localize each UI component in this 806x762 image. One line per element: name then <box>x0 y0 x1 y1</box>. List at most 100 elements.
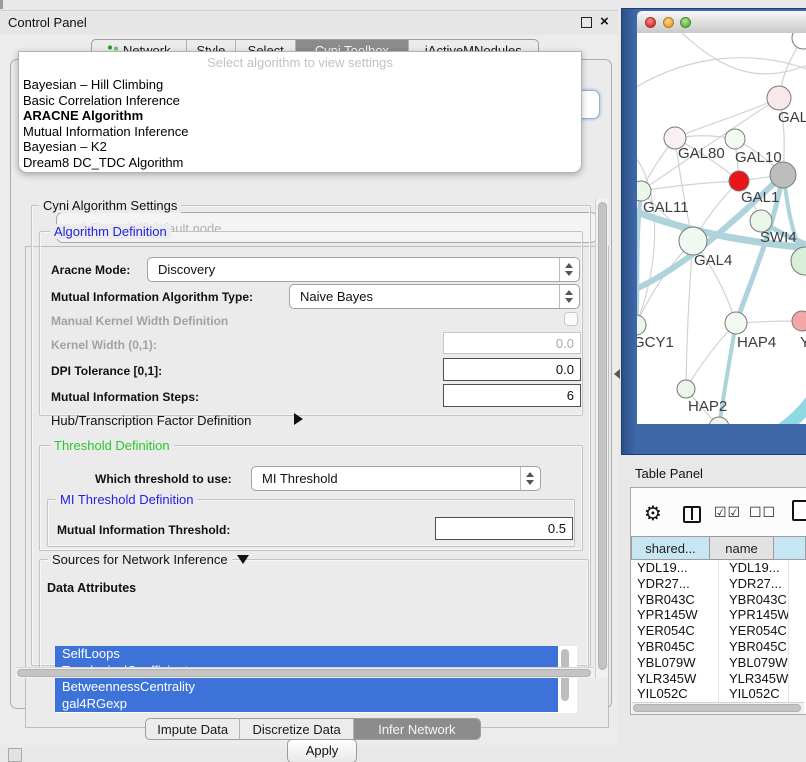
network-node[interactable] <box>770 162 796 188</box>
tab-discretize-data[interactable]: Discretize Data <box>240 719 353 739</box>
group-title: Threshold Definition <box>50 438 174 453</box>
mi-steps-field[interactable]: 6 <box>443 384 581 407</box>
vertical-scrollbar[interactable] <box>595 199 608 678</box>
network-node-y[interactable] <box>792 311 806 331</box>
network-node-gcy1[interactable] <box>637 315 646 335</box>
table-row[interactable]: YLR345WYLR345W9. <box>632 671 806 687</box>
table-cell: YDR27... <box>718 576 788 592</box>
table-row[interactable]: YBL079WYBL079W <box>632 655 806 671</box>
node-label: GAL4 <box>694 252 732 269</box>
scrollbar-thumb[interactable] <box>633 704 801 712</box>
network-window-titlebar[interactable] <box>637 11 806 34</box>
data-attributes-label: Data Attributes <box>47 581 136 595</box>
network-node-hap4[interactable] <box>725 312 747 334</box>
table-row[interactable]: YDR27...YDR27...12 <box>632 576 806 592</box>
close-icon[interactable]: × <box>600 11 609 33</box>
algorithm-option[interactable]: Mutual Information Inference <box>23 124 188 140</box>
algorithm-option[interactable]: Basic Correlation Inference <box>23 93 180 109</box>
table-cell: YBR043C <box>718 592 788 608</box>
group-title: Cyni Algorithm Settings <box>39 198 181 213</box>
table-cell: YLR345W <box>632 671 718 687</box>
scrollbar-thumb[interactable] <box>17 669 591 677</box>
algorithm-option[interactable]: ARACNE Algorithm <box>23 108 143 124</box>
network-node[interactable] <box>792 33 806 49</box>
table-horizontal-scrollbar[interactable] <box>632 702 804 714</box>
manual-kernel-checkbox[interactable] <box>564 312 578 326</box>
table-cell: YDR27... <box>632 576 718 592</box>
network-node[interactable] <box>791 247 806 275</box>
mi-type-label: Mutual Information Algorithm Type: <box>51 290 253 304</box>
node-label: HAP2 <box>688 398 727 415</box>
table-cell <box>788 655 806 671</box>
collapse-arrow-icon[interactable] <box>237 555 249 564</box>
data-attributes-list[interactable]: SelfLoopsTopologicalCoefficientBetweenne… <box>55 646 577 713</box>
algorithm-option[interactable]: Bayesian – K2 <box>23 139 107 155</box>
table-row[interactable]: YIL052CYIL052C0. <box>632 686 806 702</box>
group-title: Sources for Network Inference <box>48 552 232 567</box>
algorithm-dropdown-popup: Select algorithm to view settings Bayesi… <box>18 51 582 173</box>
close-traffic-light-icon[interactable] <box>645 17 656 28</box>
float-window-icon[interactable] <box>581 17 592 28</box>
which-threshold-label: Which threshold to use: <box>95 472 232 486</box>
network-node-gal1[interactable] <box>729 171 749 191</box>
network-canvas[interactable]: GALGAL80GAL10GAL1GAL11GAL4SWI4GCY1HAP4YH… <box>637 33 806 424</box>
network-graph: GALGAL80GAL10GAL1GAL11GAL4SWI4GCY1HAP4YH… <box>637 33 806 424</box>
table-cell: YDL19... <box>718 560 788 576</box>
which-threshold-combobox[interactable]: MI Threshold <box>251 466 541 491</box>
table-cell: YIL052C <box>718 686 788 702</box>
hub-definition-label: Hub/Transcription Factor Definition <box>51 413 251 428</box>
table-row[interactable]: YPR145WYPR145W9. <box>632 607 806 623</box>
panel-corner-grip <box>0 0 3 9</box>
table-cell <box>788 592 806 608</box>
table-row[interactable]: YER054CYER054C8. <box>632 623 806 639</box>
apply-button[interactable]: Apply <box>287 739 357 762</box>
attribute-item[interactable]: SelfLoops <box>55 646 558 663</box>
scrollbar-thumb[interactable] <box>598 202 607 670</box>
splitter-collapse-icon[interactable] <box>614 369 620 379</box>
table-rows: YDL19...YDL19...13YDR27...YDR27...12YBR0… <box>632 560 806 702</box>
minimize-traffic-light-icon[interactable] <box>663 17 674 28</box>
dpi-tolerance-field[interactable]: 0.0 <box>443 358 581 381</box>
aracne-mode-combobox[interactable]: Discovery <box>147 257 580 282</box>
node-label: SWI4 <box>760 229 797 246</box>
algorithm-option[interactable]: Bayesian – Hill Climbing <box>23 77 163 93</box>
bottom-grip-icon[interactable] <box>8 748 22 762</box>
column-header-partial[interactable] <box>773 536 806 560</box>
kernel-width-field[interactable]: 0.0 <box>443 332 581 354</box>
zoom-traffic-light-icon[interactable] <box>680 17 691 28</box>
node-label: GAL10 <box>735 149 782 166</box>
screen: Control Panel × NetworkStyleSelectCyni T… <box>0 0 806 762</box>
table-cell: YPR145W <box>632 607 718 623</box>
table-row[interactable]: YBR043CYBR043C <box>632 592 806 608</box>
unchecked-boxes-icon[interactable]: ☐☐ <box>749 505 776 521</box>
table-row[interactable]: YDL19...YDL19...13 <box>632 560 806 576</box>
network-node-hap2[interactable] <box>677 380 695 398</box>
network-node-gal10[interactable] <box>725 129 745 149</box>
column-header-shared[interactable]: shared... <box>631 536 710 560</box>
network-node-gal[interactable] <box>767 86 791 110</box>
document-icon[interactable] <box>792 500 806 521</box>
tab-infer-network[interactable]: Infer Network <box>354 719 480 739</box>
gear-icon[interactable]: ⚙ <box>644 501 662 525</box>
node-label: GCY1 <box>637 334 674 351</box>
attribute-item[interactable]: BetweennessCentrality <box>55 679 558 696</box>
mi-threshold-field[interactable]: 0.5 <box>435 517 573 540</box>
horizontal-scrollbar[interactable] <box>16 667 594 678</box>
split-columns-icon[interactable] <box>683 506 701 523</box>
mi-type-combobox[interactable]: Naive Bayes <box>289 284 580 309</box>
table-cell: 8. <box>788 623 806 639</box>
table-row[interactable]: YBR045CYBR045C9. <box>632 639 806 655</box>
expand-arrow-icon[interactable] <box>294 413 303 425</box>
network-node-gal4[interactable] <box>679 227 707 255</box>
checked-boxes-icon[interactable]: ☑☑ <box>714 505 741 521</box>
column-header-name[interactable]: name <box>709 536 774 560</box>
network-view-window[interactable]: GALGAL80GAL10GAL1GAL11GAL4SWI4GCY1HAP4YH… <box>621 8 806 455</box>
algorithm-option[interactable]: Dream8 DC_TDC Algorithm <box>23 155 183 171</box>
tab-impute-data[interactable]: Impute Data <box>146 719 240 739</box>
table-cell: 9. <box>788 639 806 655</box>
table-cell: 12 <box>788 576 806 592</box>
node-label: GAL1 <box>741 189 779 206</box>
network-node[interactable] <box>709 417 729 424</box>
control-panel-title: Control Panel <box>8 15 87 30</box>
attribute-item[interactable]: gal4RGexp <box>55 696 558 713</box>
